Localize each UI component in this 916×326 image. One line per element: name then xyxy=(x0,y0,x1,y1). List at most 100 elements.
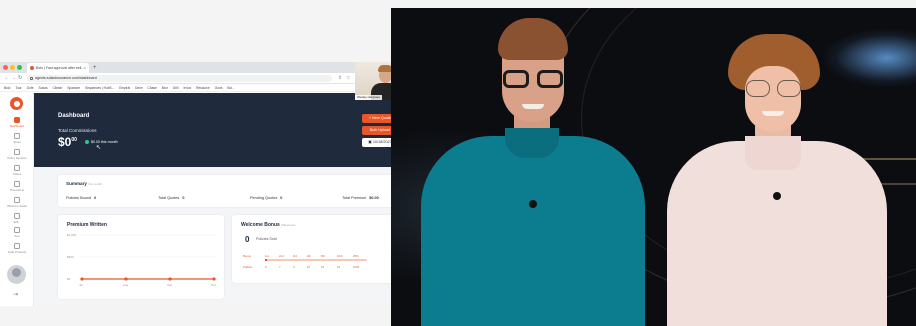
star-icon[interactable]: ☆ xyxy=(346,73,350,84)
bonus-cell: 2nd xyxy=(279,254,284,258)
bookmark-item[interactable]: Empiral xyxy=(119,86,130,90)
bookmark-item[interactable]: Chase xyxy=(148,86,157,90)
summary-note: this month xyxy=(88,182,103,186)
mouse-cursor-icon: ↖ xyxy=(96,145,102,151)
bookmark-item[interactable]: Grill xyxy=(173,86,179,90)
premium-data-point[interactable] xyxy=(124,277,128,281)
bonus-cell: 10 xyxy=(307,265,311,269)
bonus-cell: 25th xyxy=(353,254,359,258)
stat-label: Total Premium xyxy=(342,196,367,200)
sidebar: ⇥ Dashboard Quote Policy Services Claims Pro… xyxy=(0,93,34,306)
sidebar-item-quote[interactable]: Quote xyxy=(0,133,34,144)
premium-data-point[interactable] xyxy=(168,277,172,281)
user-avatar[interactable] xyxy=(7,265,26,284)
premium-data-point[interactable] xyxy=(212,277,216,281)
commission-this-month: $0.00 this month xyxy=(91,140,118,144)
summary-stat: Pending Quotes 0 xyxy=(250,196,282,200)
tab-close-icon[interactable]: × xyxy=(84,63,86,73)
commission-amount: $000 xyxy=(58,135,77,149)
browser-tab[interactable]: Bolo | Fast approval after sell... × xyxy=(27,63,89,73)
bookmark-item[interactable]: Bror xyxy=(162,86,168,90)
bookmark-item[interactable]: Clintch xyxy=(53,86,63,90)
reload-icon[interactable]: ↻ xyxy=(18,73,22,84)
url-text: agents.solaninsurance.com/dashboard xyxy=(35,76,97,80)
sidebar-item-solar-products[interactable]: Solar Products xyxy=(0,243,34,254)
bonus-cell: 3rd xyxy=(293,254,298,258)
minimize-window-icon[interactable] xyxy=(10,65,15,70)
bonus-cell: 5th xyxy=(321,254,325,258)
bookmark-item[interactable]: Gofe xyxy=(27,86,34,90)
summary-stat: Policies Bound 0 xyxy=(66,196,96,200)
summary-stat: Total Premium $0.00 xyxy=(342,196,379,200)
tab-strip: Bolo | Fast approval after sell... × + xyxy=(0,62,416,73)
clock-icon xyxy=(14,181,20,187)
bookmark-item[interactable]: Bol... xyxy=(227,86,234,90)
brand-logo-icon[interactable] xyxy=(10,97,23,110)
share-icon[interactable]: ⇧ xyxy=(338,73,342,84)
bookmark-item[interactable]: Gova xyxy=(215,86,223,90)
bookmark-item[interactable]: Drive xyxy=(135,86,142,90)
bookmark-item[interactable]: Spaxtore xyxy=(67,86,80,90)
sidebar-item-tour[interactable]: Tour xyxy=(0,227,34,238)
x-tick-label: Jul xyxy=(79,283,83,287)
sidebar-item-policy-services[interactable]: Policy Services xyxy=(0,149,34,160)
sidebar-item-promotions[interactable]: Promotions xyxy=(0,181,34,192)
bonus-cell: Policies xyxy=(243,265,253,269)
x-tick-label: Oct xyxy=(211,283,216,287)
bonus-note: Milestones xyxy=(281,223,296,227)
policies-sold-count: 0 xyxy=(245,235,250,244)
policies-sold-label: Policies Sold xyxy=(256,237,277,241)
zoom-window-icon[interactable] xyxy=(17,65,22,70)
bookmark-item[interactable]: Sequences | HubS... xyxy=(85,86,114,90)
bookmarks-bar: Bolo Tour Gofe Sodas Clintch Spaxtore Sequence… xyxy=(0,84,416,92)
bonus-cell: 15 xyxy=(321,265,325,269)
sidebar-item-label: Solar Products xyxy=(7,250,27,254)
bookmark-item[interactable]: Irviox xyxy=(183,86,191,90)
dashboard-header: Dashboard Total Commissions $000 $0.00 t… xyxy=(34,93,404,167)
sidebar-item-label: Claims xyxy=(12,172,22,176)
bonus-cell: 9 xyxy=(293,265,295,269)
stat-label: Total Quotes xyxy=(158,196,180,200)
flag-icon xyxy=(14,227,20,233)
building-icon xyxy=(14,149,20,155)
book-icon xyxy=(14,197,20,203)
address-bar: ← → ↻ agents.solaninsurance.com/dashboar… xyxy=(0,73,416,84)
bonus-cell: Bonus xyxy=(243,254,251,258)
sidebar-item-dashboard[interactable]: Dashboard xyxy=(0,117,34,128)
url-field[interactable]: agents.solaninsurance.com/dashboard xyxy=(27,75,332,82)
x-tick-label: Sep xyxy=(167,283,173,287)
stat-label: Pending Quotes xyxy=(250,196,278,200)
grid-icon xyxy=(14,117,20,123)
bonus-cell: 4th xyxy=(307,254,311,258)
sidebar-item-claims[interactable]: Claims xyxy=(0,165,34,176)
back-icon[interactable]: ← xyxy=(4,73,9,84)
bookmark-item[interactable]: Bolo xyxy=(4,86,10,90)
close-window-icon[interactable] xyxy=(3,65,8,70)
welcome-bonus-card: Welcome Bonus Milestones 0 Policies Sold… xyxy=(232,215,396,283)
presenter-name: Wesley Hargrave xyxy=(355,95,382,100)
sidebar-item-self[interactable]: Self... xyxy=(0,213,34,224)
summary-title: Summary this month xyxy=(66,181,103,186)
bookmark-item[interactable]: Sodas xyxy=(39,86,48,90)
pencil-icon xyxy=(14,133,20,139)
bonus-cell: 1000 xyxy=(353,265,360,269)
logout-icon[interactable]: ⇥ xyxy=(13,291,18,298)
bonus-title: Welcome Bonus Milestones xyxy=(241,222,296,228)
person-right-face xyxy=(745,66,801,132)
bookmark-item[interactable]: Resource xyxy=(196,86,210,90)
bonus-cell: 15 xyxy=(337,265,341,269)
person-left-shirt xyxy=(421,136,645,326)
summary-stat: Total Quotes 0 xyxy=(158,196,184,200)
video-frame xyxy=(391,8,916,326)
bonus-cell: 10th xyxy=(337,254,343,258)
stat-value: 0 xyxy=(280,196,283,200)
new-tab-icon[interactable]: + xyxy=(93,63,97,73)
forward-icon[interactable]: → xyxy=(11,73,16,84)
screen: Bolo | Fast approval after sell... × + ←… xyxy=(0,0,916,326)
premium-data-point[interactable] xyxy=(80,277,84,281)
bookmark-item[interactable]: Tour xyxy=(15,86,21,90)
glasses-icon xyxy=(746,80,770,97)
summary-card: Summary this month Policies Bound 0 Total … xyxy=(58,175,396,207)
sidebar-item-welcome-guide[interactable]: Welcome Guide xyxy=(0,197,34,208)
sidebar-item-label: Welcome Guide xyxy=(7,204,27,208)
